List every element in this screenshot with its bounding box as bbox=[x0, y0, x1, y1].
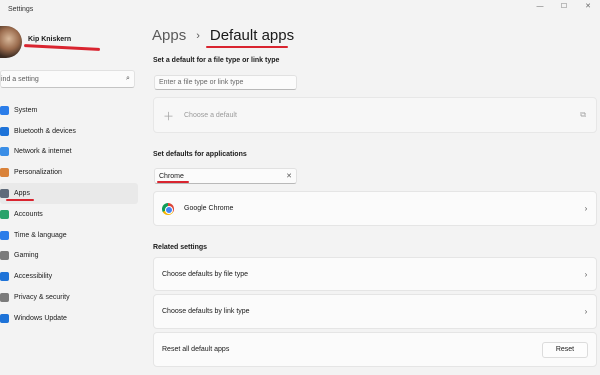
search-input[interactable]: ind a setting bbox=[1, 76, 122, 83]
annotation-underline bbox=[23, 44, 101, 51]
apps-icon bbox=[0, 189, 9, 199]
profile-header[interactable]: Kip Kniskern bbox=[0, 26, 140, 62]
clear-icon[interactable]: ✕ bbox=[282, 172, 296, 180]
shield-icon bbox=[0, 293, 9, 303]
sidebar-item-bluetooth-devices[interactable]: Bluetooth & devices bbox=[0, 121, 138, 142]
gaming-icon bbox=[0, 251, 9, 261]
sidebar-item-label: Apps bbox=[14, 190, 30, 198]
sidebar-item-windows-update[interactable]: Windows Update bbox=[0, 308, 138, 329]
reset-defaults-row: Reset all default apps Reset bbox=[153, 332, 597, 367]
search-icon[interactable]: ⌕ bbox=[122, 75, 134, 83]
apps-section-label: Set defaults for applications bbox=[153, 151, 247, 158]
title-bar: Settings — ☐ ✕ bbox=[0, 0, 600, 22]
window-title: Settings bbox=[8, 6, 34, 13]
sidebar-item-label: Personalization bbox=[14, 169, 62, 177]
defaults-by-link-type[interactable]: Choose defaults by link type › bbox=[153, 294, 597, 329]
sidebar-nav: System Bluetooth & devices Network & inter… bbox=[0, 100, 138, 329]
related-settings-label: Related settings bbox=[153, 244, 208, 251]
chrome-icon bbox=[162, 202, 174, 215]
sidebar-item-personalization[interactable]: Personalization bbox=[0, 162, 138, 183]
plus-icon: ＋ bbox=[163, 111, 174, 123]
avatar bbox=[0, 26, 22, 58]
sidebar-item-privacy-security[interactable]: Privacy & security bbox=[0, 287, 138, 308]
sidebar-item-label: Network & internet bbox=[14, 148, 72, 156]
sidebar-item-label: Accounts bbox=[14, 210, 43, 218]
app-result-google-chrome[interactable]: Google Chrome › bbox=[153, 191, 597, 226]
defaults-by-file-type-label: Choose defaults by file type bbox=[162, 270, 248, 278]
profile-name: Kip Kniskern bbox=[28, 36, 72, 43]
sidebar-item-label: Accessibility bbox=[14, 273, 53, 281]
sidebar-item-label: Privacy & security bbox=[14, 294, 70, 302]
accounts-icon bbox=[0, 209, 9, 219]
sidebar-item-gaming[interactable]: Gaming bbox=[0, 246, 138, 267]
update-icon bbox=[0, 313, 9, 323]
reset-defaults-label: Reset all default apps bbox=[162, 346, 230, 353]
accessibility-icon bbox=[0, 272, 9, 282]
app-search-input[interactable]: Chrome bbox=[159, 173, 282, 180]
sidebar-item-apps[interactable]: Apps bbox=[0, 183, 138, 204]
chevron-right-icon: › bbox=[584, 307, 588, 316]
breadcrumb-parent[interactable]: Apps bbox=[152, 27, 186, 44]
window-controls: — ☐ ✕ bbox=[528, 0, 600, 14]
chevron-right-icon: › bbox=[196, 29, 200, 42]
sidebar-item-accessibility[interactable]: Accessibility bbox=[0, 266, 138, 287]
chevron-right-icon: › bbox=[584, 269, 588, 279]
sidebar-item-label: System bbox=[14, 106, 38, 114]
annotation-underline bbox=[206, 46, 288, 48]
sidebar-item-system[interactable]: System bbox=[0, 100, 138, 121]
chevron-right-icon: › bbox=[584, 204, 588, 213]
breadcrumb: Apps › Default apps bbox=[152, 27, 294, 44]
sidebar-item-label: Time & language bbox=[14, 231, 67, 239]
close-icon[interactable]: ✕ bbox=[576, 0, 600, 12]
bluetooth-icon bbox=[0, 126, 9, 136]
maximize-icon[interactable]: ☐ bbox=[552, 0, 576, 12]
sidebar-item-accounts[interactable]: Accounts bbox=[0, 204, 138, 225]
defaults-by-link-type-label: Choose defaults by link type bbox=[162, 308, 250, 315]
sidebar-item-label: Bluetooth & devices bbox=[14, 127, 76, 135]
network-icon bbox=[0, 147, 9, 157]
minimize-icon[interactable]: — bbox=[528, 0, 552, 12]
system-icon bbox=[0, 105, 9, 115]
app-result-label: Google Chrome bbox=[184, 205, 234, 212]
sidebar-item-time-language[interactable]: Time & language bbox=[0, 225, 138, 246]
sidebar-item-label: Gaming bbox=[14, 252, 39, 260]
page-title: Default apps bbox=[209, 27, 295, 44]
file-type-input[interactable]: Enter a file type or link type bbox=[154, 75, 297, 90]
choose-default-card: ＋ Choose a default ⧉ bbox=[153, 97, 597, 133]
brush-icon bbox=[0, 168, 9, 178]
sidebar-search[interactable]: ind a setting ⌕ bbox=[0, 70, 135, 88]
defaults-by-file-type[interactable]: Choose defaults by file type › bbox=[153, 257, 597, 291]
file-type-section-label: Set a default for a file type or link ty… bbox=[153, 57, 280, 64]
annotation-underline bbox=[157, 181, 189, 183]
reset-button[interactable]: Reset bbox=[542, 341, 588, 358]
annotation-underline bbox=[6, 199, 34, 202]
external-link-icon: ⧉ bbox=[580, 110, 586, 119]
choose-default-label: Choose a default bbox=[184, 112, 237, 119]
sidebar-item-label: Windows Update bbox=[14, 314, 67, 322]
sidebar-item-network-internet[interactable]: Network & internet bbox=[0, 142, 138, 163]
globe-icon bbox=[0, 230, 9, 240]
